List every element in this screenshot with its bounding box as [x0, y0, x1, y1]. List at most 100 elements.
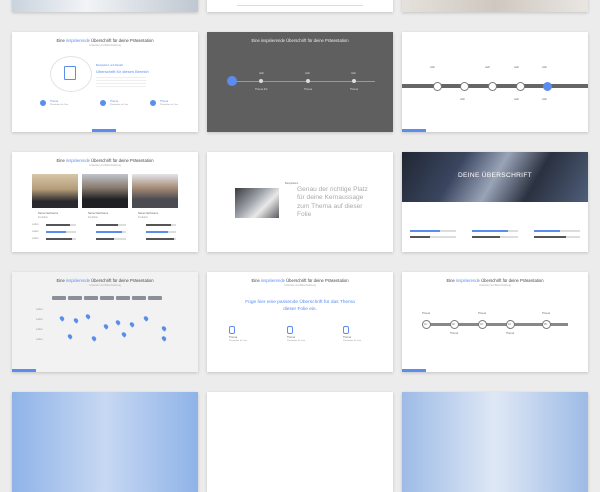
map-pin-icon	[102, 323, 110, 330]
timeline-node	[259, 79, 263, 83]
skill-bar	[146, 224, 176, 226]
paperclip-icon	[287, 326, 293, 334]
slide-title: Eine inspirierende Überschrift für deine…	[446, 278, 544, 283]
skill-bar	[146, 238, 176, 240]
slide-thumbnail[interactable]	[207, 0, 393, 12]
paperclip-icon	[343, 326, 349, 334]
timeline-node	[352, 79, 356, 83]
process-node-number: 03	[480, 323, 483, 326]
timeline-label: Thema 4/2	[255, 88, 268, 91]
process-node-number: 02	[452, 323, 455, 326]
process-label: Thema	[542, 312, 551, 315]
map-pin-icon	[142, 315, 150, 322]
slide-accent-bar	[402, 369, 426, 372]
slide-thumbnail[interactable]: Eine inspirierende Überschrift für deine…	[12, 152, 198, 252]
row-label: Label	[36, 328, 43, 331]
topic-text: Platzhalter für Text	[50, 104, 69, 106]
skill-bar	[146, 231, 176, 233]
slide-thumbnail[interactable]: DEINE ÜBERSCHRIFT	[402, 152, 588, 252]
process-node-number: 05	[544, 323, 547, 326]
person-photo	[132, 174, 178, 208]
timeline-top-label: Jahr	[542, 66, 548, 69]
section-heading: Überschrift für diesen Bereich	[96, 69, 149, 74]
topic-text: Platzhalter für Text	[229, 340, 248, 342]
slide-thumbnail[interactable]	[402, 0, 588, 12]
topic-icon	[150, 100, 156, 106]
slide-title: Eine inspirierende Überschrift für deine…	[56, 158, 154, 163]
section-text	[96, 77, 146, 87]
slide-title: Eine inspirierende Überschrift für deine…	[251, 278, 349, 283]
topic-title: Thema	[287, 336, 296, 339]
slide-subtitle: Untertitel und Beschreibung	[478, 284, 511, 287]
slide-thumbnail[interactable]: Beispieltext Genau der richtige Platz fü…	[207, 152, 393, 252]
timeline-top-label: Jahr	[485, 66, 491, 69]
slide-title: Eine inspirierende Überschrift für deine…	[56, 38, 154, 43]
map-pin-icon	[160, 325, 168, 332]
topic-title: Thema	[229, 336, 238, 339]
timeline-node	[488, 82, 497, 91]
map-pin-icon	[66, 333, 74, 340]
topic-title: Thema	[110, 100, 119, 103]
skill-bar	[96, 224, 126, 226]
slide-title: Eine inspirierende Überschrift für deine…	[251, 38, 349, 43]
person-name: Name Nachname	[138, 212, 159, 215]
skill-bar	[46, 224, 76, 226]
slide-photo	[12, 392, 198, 492]
column-tag	[84, 296, 98, 300]
map-pin-icon	[58, 315, 66, 322]
slide-thumbnail[interactable]	[12, 392, 198, 492]
slide-title: Eine inspirierende Überschrift für deine…	[56, 278, 154, 283]
quote-text: Genau der richtige Platz für deine Kerna…	[297, 186, 368, 219]
slide-subtitle: Untertitel und Beschreibung	[88, 164, 121, 167]
slide-thumbnail[interactable]	[207, 392, 393, 492]
process-node-number: 01	[424, 323, 427, 326]
skill-bar	[46, 238, 76, 240]
topic-text: Platzhalter für Text	[343, 340, 362, 342]
slide-subtitle: Untertitel und Beschreibung	[88, 44, 121, 47]
paperclip-icon	[229, 326, 235, 334]
progress-bar	[410, 236, 456, 238]
process-label: Thema	[422, 312, 431, 315]
map-pin-icon	[90, 335, 98, 342]
person-name: Name Nachname	[38, 212, 59, 215]
timeline-top-label: Jahr	[351, 72, 357, 75]
bar-label: Label	[32, 223, 39, 226]
progress-bar	[472, 236, 518, 238]
slide-thumbnail[interactable]: Eine inspirierende Überschrift für deine…	[12, 32, 198, 132]
process-label: Thema	[506, 332, 515, 335]
slide-thumbnail[interactable]	[402, 392, 588, 492]
progress-bar	[534, 236, 580, 238]
timeline-bottom-label: Jahr	[460, 98, 466, 101]
map-pin-icon	[160, 335, 168, 342]
map-pin-icon	[72, 317, 80, 324]
person-role: Funktion	[38, 216, 48, 219]
column-tag	[116, 296, 130, 300]
slide-thumbnail[interactable]: Eine inspirierende Überschrift für deine…	[12, 272, 198, 372]
progress-bar	[534, 230, 580, 232]
timeline-top-label: Jahr	[430, 66, 436, 69]
topic-title: Thema	[50, 100, 59, 103]
slide-thumbnail[interactable]: Eine inspirierende Überschrift für deine…	[207, 272, 393, 372]
column-tag	[52, 296, 66, 300]
slide-thumbnail[interactable]: Eine inspirierende Überschrift für deine…	[207, 32, 393, 132]
progress-bar	[472, 230, 518, 232]
slide-rule	[237, 5, 363, 6]
slide-thumbnail[interactable]: Jahr Jahr Jahr Jahr Jahr Jahr Jahr	[402, 32, 588, 132]
timeline-label: Thema	[304, 88, 313, 91]
timeline-node	[460, 82, 469, 91]
slide-thumbnail[interactable]	[12, 0, 198, 12]
timeline-node-active	[543, 82, 552, 91]
timeline-bottom-label: Jahr	[542, 98, 548, 101]
quote-small-label: Beispieltext	[285, 182, 299, 185]
slide-accent-bar	[402, 129, 426, 132]
bar-label: Label	[32, 237, 39, 240]
timeline-bottom-label: Jahr	[514, 98, 520, 101]
slide-photo	[12, 0, 198, 12]
topic-text: Platzhalter für Text	[287, 340, 306, 342]
timeline-top-label: Jahr	[514, 66, 520, 69]
topic-title: Thema	[343, 336, 352, 339]
slide-thumbnail[interactable]: Eine inspirierende Überschrift für deine…	[402, 272, 588, 372]
timeline-node	[516, 82, 525, 91]
timeline-node	[306, 79, 310, 83]
process-node-number: 04	[508, 323, 511, 326]
